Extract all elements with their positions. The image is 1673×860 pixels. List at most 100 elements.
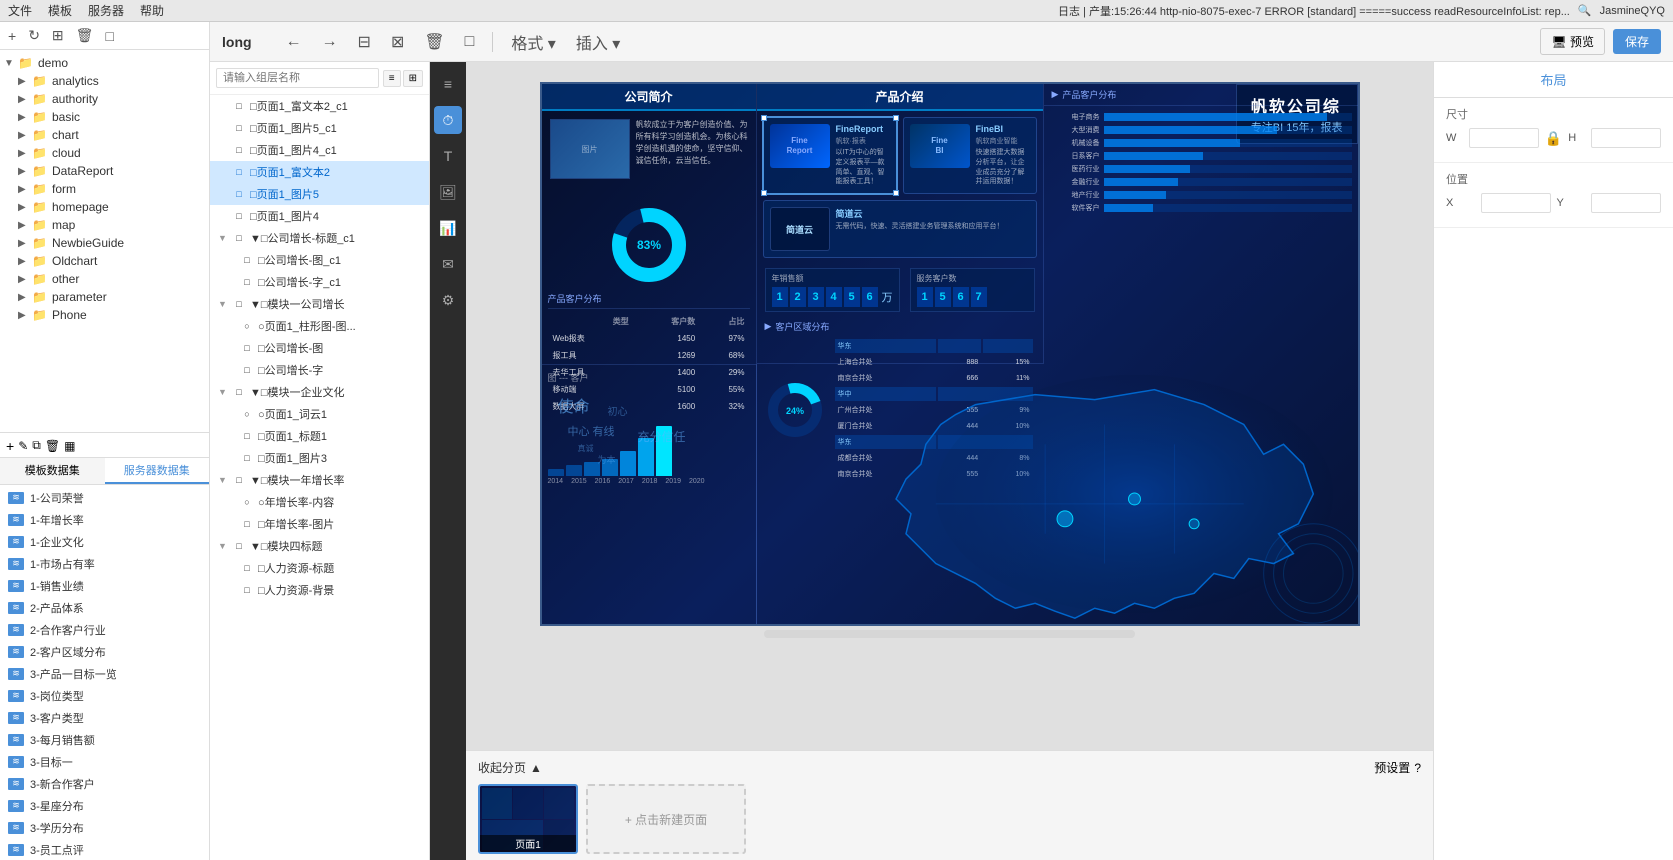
group-layer-button[interactable]: ▦: [64, 439, 75, 453]
folder-phone[interactable]: ▶ 📁 Phone: [0, 306, 209, 324]
search-icon[interactable]: 🔍: [1578, 4, 1592, 17]
layer-annual-growth-img[interactable]: □ □年增长率-图片: [210, 513, 429, 535]
layer-img4[interactable]: □ □页面1_图片4: [210, 205, 429, 227]
view-grid-button[interactable]: ⊞: [403, 70, 423, 87]
layer-richtext2-c1[interactable]: □ □页面1_富文本2_c1: [210, 95, 429, 117]
layer-page1-img3[interactable]: □ □页面1_图片3: [210, 447, 429, 469]
menu-help[interactable]: 帮助: [140, 2, 164, 19]
layer-company-growth-title-group[interactable]: ▼ □ ▼□公司增长-标题_c1: [210, 227, 429, 249]
folder-authority[interactable]: ▶ 📁 authority: [0, 90, 209, 108]
dataset-item-11[interactable]: ≋3-客户类型: [0, 707, 209, 729]
layer-annual-growth-content[interactable]: ○ ○年增长率-内容: [210, 491, 429, 513]
folder-datareport[interactable]: ▶ 📁 DataReport: [0, 162, 209, 180]
folder-demo[interactable]: ▼ 📁 demo: [0, 54, 209, 72]
sidebar-delete-button[interactable]: 🗑: [72, 25, 98, 46]
cut-canvas-button[interactable]: ⊠: [385, 29, 410, 55]
dataset-item-9[interactable]: ≋3-产品一目标一览: [0, 663, 209, 685]
canvas-area[interactable]: 帆软公司综 专注BI 15年，报表 公司简介 图片 帆软成: [466, 62, 1433, 750]
insert-button[interactable]: 插入 ▾: [570, 27, 627, 57]
layer-hr-bg[interactable]: □ □人力资源-背景: [210, 579, 429, 601]
copy-canvas-button[interactable]: ⊟: [352, 29, 377, 55]
layer-module-four-title[interactable]: ▼ □ ▼□模块四标题: [210, 535, 429, 557]
layer-module-annual-growth[interactable]: ▼ □ ▼□模块一年增长率: [210, 469, 429, 491]
sidebar-more-button[interactable]: □: [101, 26, 117, 46]
layer-company-growth-word-c1[interactable]: □ □公司增长-字_c1: [210, 271, 429, 293]
folder-cloud[interactable]: ▶ 📁 cloud: [0, 144, 209, 162]
dataset-item-6[interactable]: ≋2-产品体系: [0, 597, 209, 619]
edit-layer-button[interactable]: ✎: [18, 439, 28, 453]
menu-server[interactable]: 服务器: [88, 2, 124, 19]
dataset-item-4[interactable]: ≋1-市场占有率: [0, 553, 209, 575]
folder-oldchart[interactable]: ▶ 📁 Oldchart: [0, 252, 209, 270]
layers-search-input[interactable]: [216, 68, 379, 88]
layer-hr-label[interactable]: □ □人力资源-标题: [210, 557, 429, 579]
menu-template[interactable]: 模板: [48, 2, 72, 19]
preset-question-icon[interactable]: ?: [1414, 761, 1421, 775]
delete-canvas-button[interactable]: 🗑: [418, 29, 450, 55]
width-input[interactable]: [1469, 128, 1539, 148]
layer-module-enterprise[interactable]: ▼ □ ▼□模块一企业文化: [210, 381, 429, 403]
dataset-item-8[interactable]: ≋2-客户区域分布: [0, 641, 209, 663]
menu-file[interactable]: 文件: [8, 2, 32, 19]
dataset-item-14[interactable]: ≋3-新合作客户: [0, 773, 209, 795]
copy-layer-button[interactable]: ⧉: [32, 438, 41, 453]
side-icon-text[interactable]: T: [434, 142, 462, 170]
new-file-button[interactable]: +: [4, 26, 20, 46]
dataset-item-12[interactable]: ≋3-每月销售额: [0, 729, 209, 751]
sidebar-grid-button[interactable]: ⊞: [48, 25, 68, 46]
dataset-item-10[interactable]: ≋3-岗位类型: [0, 685, 209, 707]
preview-button[interactable]: 🖥 预览: [1540, 28, 1605, 55]
handle-tl[interactable]: [761, 115, 767, 121]
folder-other[interactable]: ▶ 📁 other: [0, 270, 209, 288]
dataset-item-7[interactable]: ≋2-合作客户行业: [0, 619, 209, 641]
folder-chart[interactable]: ▶ 📁 chart: [0, 126, 209, 144]
collapse-button[interactable]: 收起分页 ▲: [478, 759, 542, 776]
page-thumb-1[interactable]: 页面1: [478, 784, 578, 854]
dataset-item-3[interactable]: ≋1-企业文化: [0, 531, 209, 553]
folder-parameter[interactable]: ▶ 📁 parameter: [0, 288, 209, 306]
add-page-button[interactable]: + 点击新建页面: [586, 784, 746, 854]
handle-br[interactable]: [893, 190, 899, 196]
side-icon-clock[interactable]: ⏱: [434, 106, 462, 134]
layer-richtext2[interactable]: □ □页面1_富文本2: [210, 161, 429, 183]
x-input[interactable]: [1481, 193, 1551, 213]
tab-template-dataset[interactable]: 模板数据集: [0, 458, 105, 484]
deselect-button[interactable]: □: [459, 30, 481, 54]
side-icon-image[interactable]: 🖼: [434, 178, 462, 206]
folder-homepage[interactable]: ▶ 📁 homepage: [0, 198, 209, 216]
layer-img5[interactable]: □ □页面1_图片5: [210, 183, 429, 205]
layer-page1-bar[interactable]: ○ ○页面1_柱形图-图...: [210, 315, 429, 337]
undo-button[interactable]: ←: [280, 30, 308, 54]
layer-company-growth-word2[interactable]: □ □公司增长-字: [210, 359, 429, 381]
save-button[interactable]: 保存: [1613, 29, 1661, 54]
redo-button[interactable]: →: [316, 30, 344, 54]
format-button[interactable]: 格式 ▾: [505, 27, 562, 57]
side-icon-layers[interactable]: ≡: [434, 70, 462, 98]
side-icon-mail[interactable]: ✉: [434, 250, 462, 278]
dataset-item-16[interactable]: ≋3-学历分布: [0, 817, 209, 839]
dataset-item-13[interactable]: ≋3-目标一: [0, 751, 209, 773]
y-input[interactable]: [1591, 193, 1661, 213]
canvas-scrollbar[interactable]: [764, 630, 1135, 638]
view-list-button[interactable]: ≡: [383, 70, 401, 87]
folder-newbieguide[interactable]: ▶ 📁 NewbieGuide: [0, 234, 209, 252]
add-layer-button[interactable]: +: [6, 438, 14, 454]
tab-server-dataset[interactable]: 服务器数据集: [105, 458, 210, 484]
layer-company-growth-fig2[interactable]: □ □公司增长-图: [210, 337, 429, 359]
handle-tr[interactable]: [893, 115, 899, 121]
dataset-item-2[interactable]: ≋1-年增长率: [0, 509, 209, 531]
dataset-item-5[interactable]: ≋1-销售业绩: [0, 575, 209, 597]
handle-bl[interactable]: [761, 190, 767, 196]
dataset-item-15[interactable]: ≋3-星座分布: [0, 795, 209, 817]
delete-layer-button[interactable]: 🗑: [45, 439, 60, 453]
refresh-button[interactable]: ↻: [24, 25, 44, 46]
layer-company-growth-fig-c1[interactable]: □ □公司增长-图_c1: [210, 249, 429, 271]
folder-form[interactable]: ▶ 📁 form: [0, 180, 209, 198]
folder-analytics[interactable]: ▶ 📁 analytics: [0, 72, 209, 90]
folder-map[interactable]: ▶ 📁 map: [0, 216, 209, 234]
lock-icon[interactable]: 🔒: [1545, 130, 1562, 147]
layer-module-company-growth[interactable]: ▼ □ ▼□模块一公司增长: [210, 293, 429, 315]
height-input[interactable]: [1591, 128, 1661, 148]
folder-basic[interactable]: ▶ 📁 basic: [0, 108, 209, 126]
dataset-item-17[interactable]: ≋3-员工点评: [0, 839, 209, 860]
